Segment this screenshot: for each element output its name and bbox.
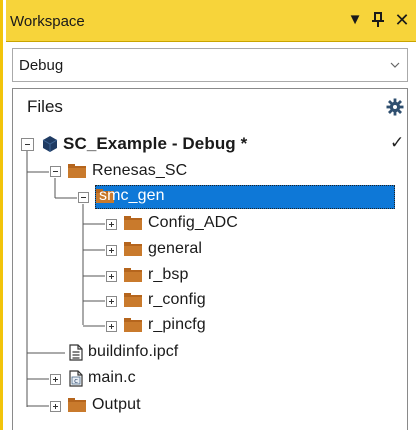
- tree-item-label: Renesas_SC: [92, 162, 188, 179]
- tree-item-label: Config_ADC: [148, 214, 238, 231]
- window-title: Workspace: [10, 13, 85, 30]
- folder-icon: [124, 318, 142, 332]
- tree-item-label: main.c: [88, 369, 136, 386]
- expand-icon[interactable]: [106, 321, 117, 332]
- tree-item-label: r_config: [148, 291, 206, 308]
- tree-item-r-bsp[interactable]: r_bsp: [99, 264, 299, 288]
- pin-icon[interactable]: [368, 8, 388, 32]
- folder-icon: [124, 242, 142, 256]
- tree-item-label: general: [148, 240, 203, 257]
- tree-item-label: r_bsp: [148, 266, 189, 283]
- project-cube-icon: [42, 136, 58, 152]
- window-menu-dropdown-icon[interactable]: ▼: [346, 8, 364, 32]
- configuration-value: Debug: [19, 57, 64, 74]
- tree-item-label: smc_gen: [99, 187, 165, 204]
- folder-icon: [68, 164, 86, 178]
- chevron-down-icon: [390, 62, 400, 68]
- tree-item-label: buildinfo.ipcf: [88, 343, 179, 360]
- expand-icon[interactable]: [106, 245, 117, 256]
- document-icon: [69, 344, 83, 361]
- tree-item-config-adc[interactable]: Config_ADC: [99, 212, 299, 236]
- close-icon[interactable]: ✕: [391, 8, 413, 32]
- tree-item-smc-gen[interactable]: smc_gen: [71, 185, 395, 209]
- expand-icon[interactable]: [50, 374, 61, 385]
- active-project-check-icon: ✓: [390, 133, 405, 152]
- collapse-icon[interactable]: [21, 138, 34, 151]
- folder-icon: [124, 216, 142, 230]
- configuration-select[interactable]: Debug: [12, 48, 408, 82]
- expand-icon[interactable]: [106, 219, 117, 230]
- tree-item-label: Output: [92, 396, 141, 413]
- tree-item-r-pincfg[interactable]: r_pincfg: [99, 314, 299, 338]
- project-label: SC_Example - Debug *: [63, 134, 248, 153]
- folder-icon: [124, 268, 142, 282]
- collapse-icon[interactable]: [50, 166, 61, 177]
- collapse-icon[interactable]: [78, 192, 89, 203]
- tree-item-r-config[interactable]: r_config: [99, 289, 299, 313]
- tree-item-main-c[interactable]: c main.c: [43, 367, 243, 391]
- tree-item-general[interactable]: general: [99, 238, 299, 262]
- folder-icon: [68, 398, 86, 412]
- folder-icon: [124, 293, 142, 307]
- tree-item-renesas-sc[interactable]: Renesas_SC: [43, 160, 343, 184]
- tree-item-output[interactable]: Output: [43, 394, 243, 418]
- c-file-icon: c: [69, 370, 83, 387]
- expand-icon[interactable]: [50, 401, 61, 412]
- tree-item-buildinfo-ipcf[interactable]: buildinfo.ipcf: [43, 341, 263, 365]
- files-tree-panel: Files SC_Example - Debug * ✓ Renesas_SC …: [12, 88, 408, 430]
- title-bar[interactable]: Workspace ▼ ✕: [6, 0, 416, 42]
- expand-icon[interactable]: [106, 296, 117, 307]
- project-node[interactable]: SC_Example - Debug *: [20, 132, 380, 156]
- workspace-window: Workspace ▼ ✕ Debug Files SC_Example - D…: [0, 0, 416, 430]
- svg-text:c: c: [74, 377, 78, 385]
- tree-item-label: r_pincfg: [148, 316, 206, 333]
- expand-icon[interactable]: [106, 271, 117, 282]
